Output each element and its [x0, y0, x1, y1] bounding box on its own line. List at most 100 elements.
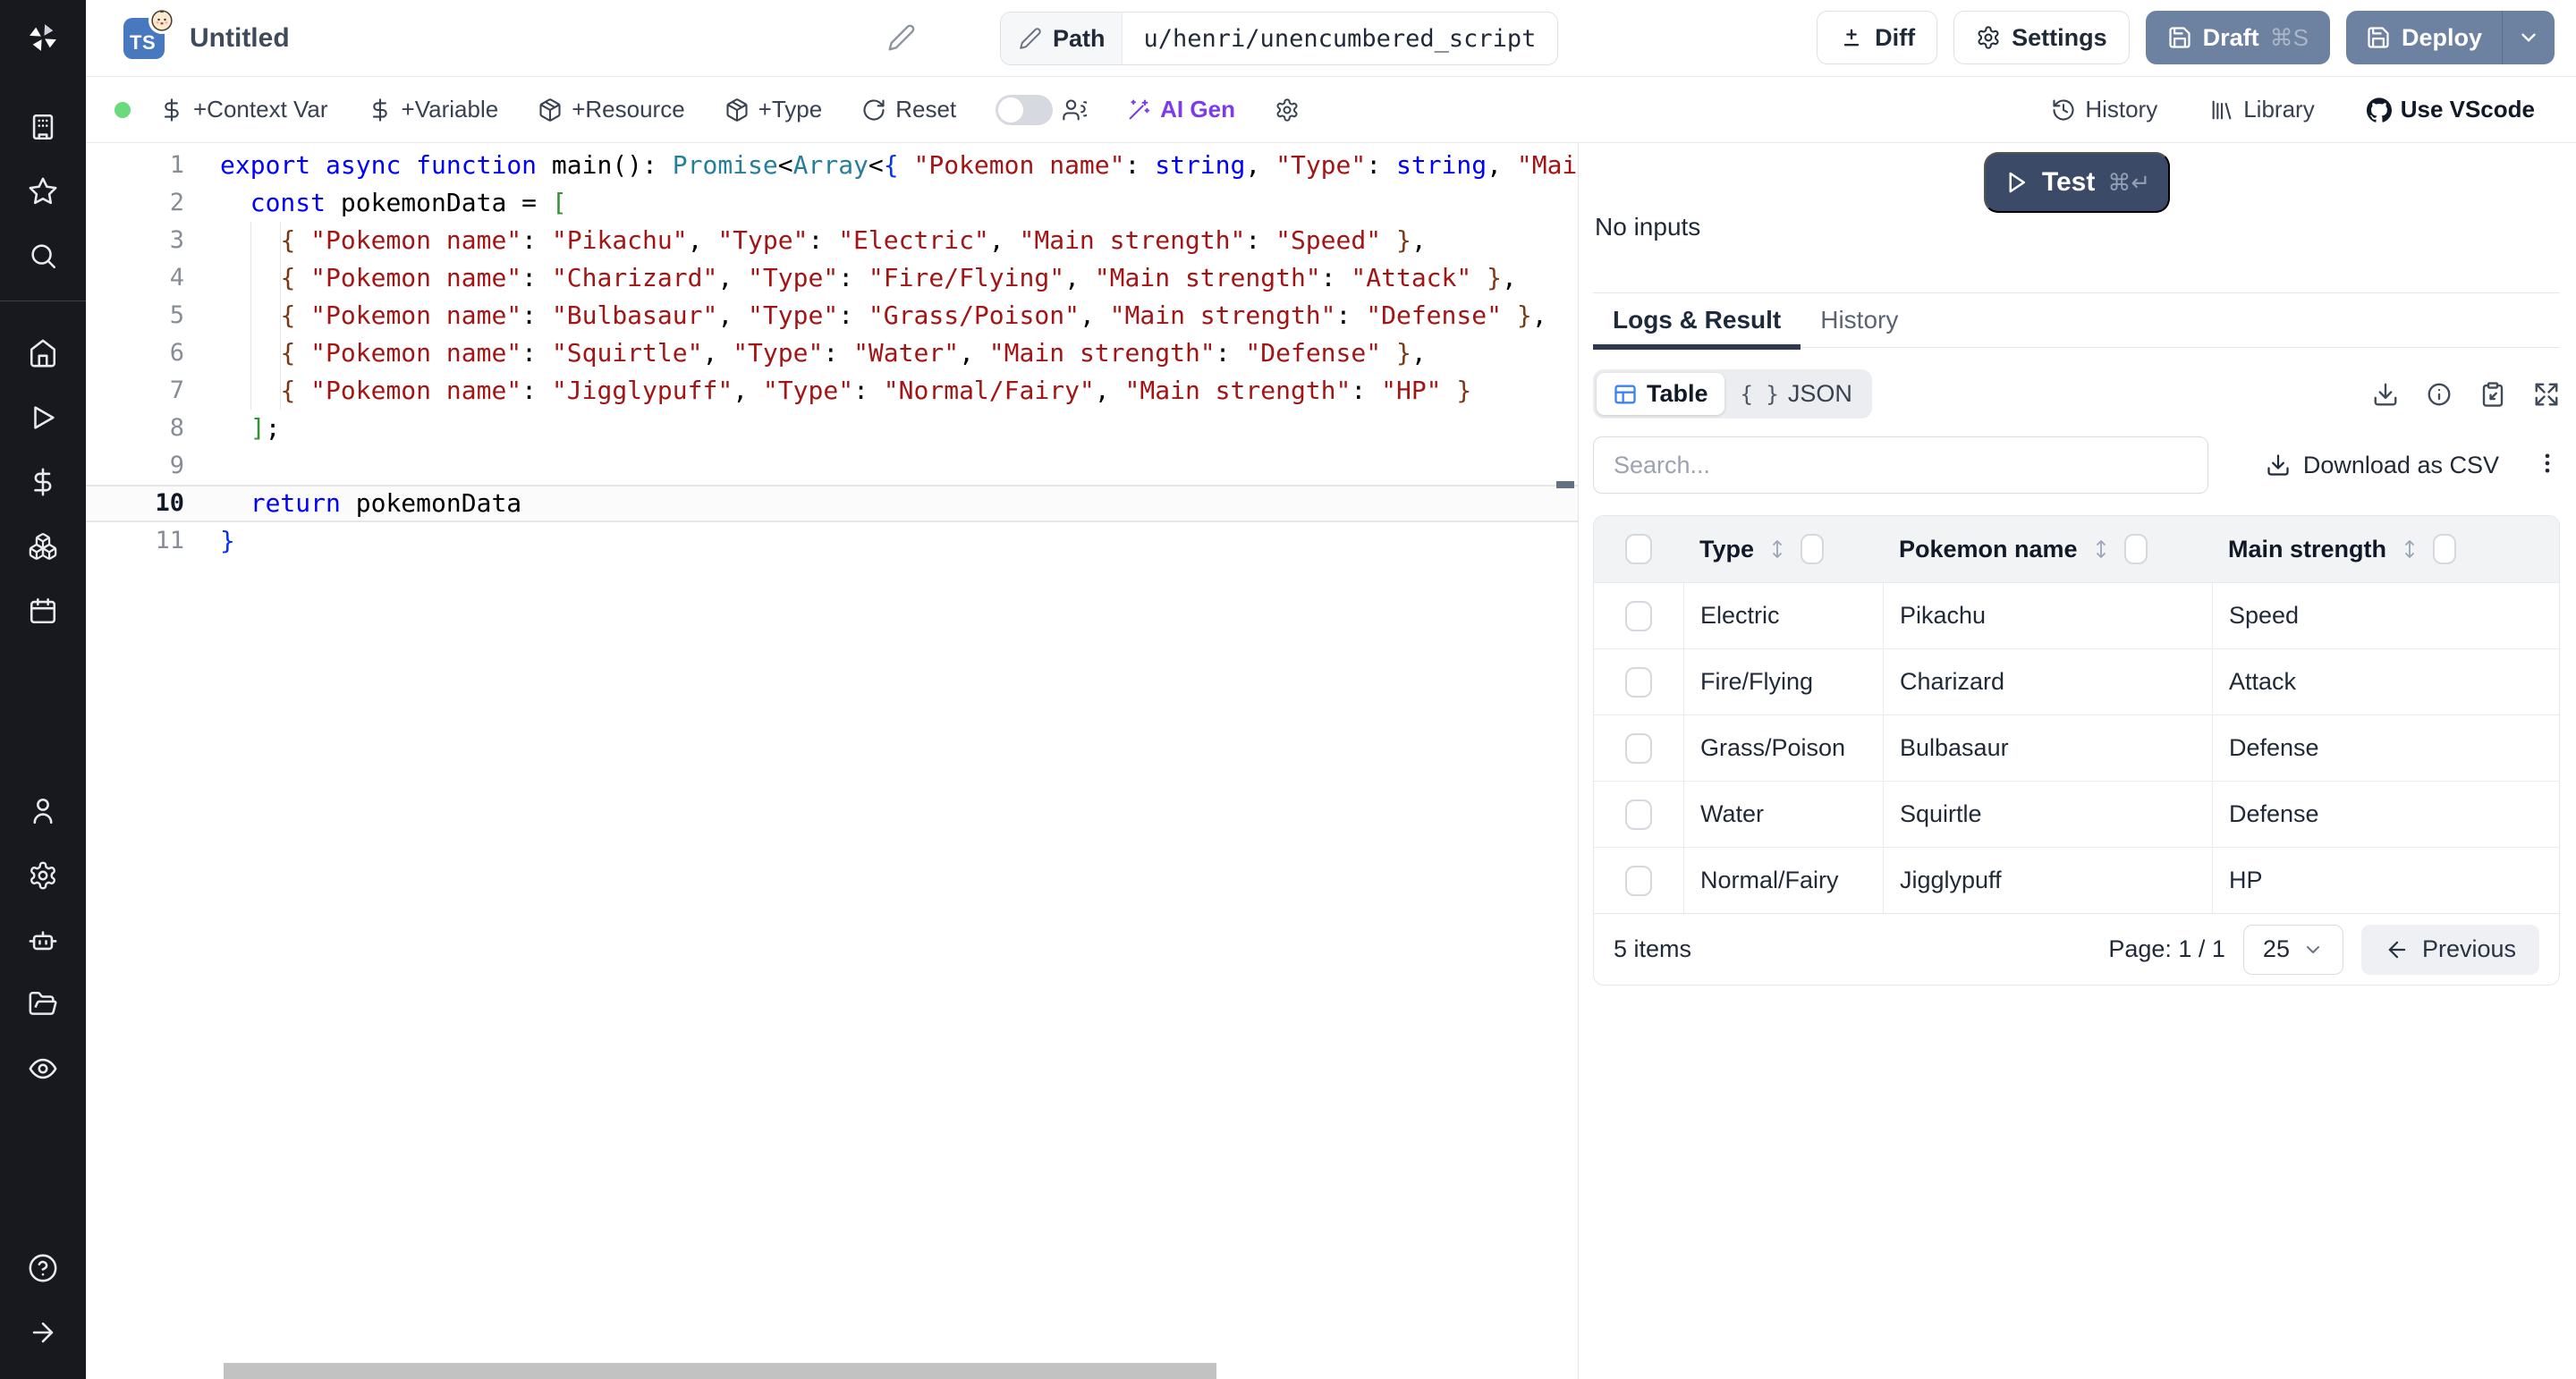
row-checkbox[interactable] [1625, 799, 1652, 830]
row-checkbox[interactable] [1625, 733, 1652, 764]
runs-icon[interactable] [0, 385, 86, 450]
view-toggle-table[interactable]: Table [1597, 373, 1724, 415]
search-input[interactable] [1593, 436, 2208, 494]
download-csv-button[interactable]: Download as CSV [2266, 452, 2499, 479]
diff-button[interactable]: Diff [1817, 11, 1937, 64]
table-cell: Jigglypuff [1883, 848, 2212, 913]
users-admin-icon[interactable] [0, 779, 86, 843]
code-line[interactable]: 8 ]; [86, 410, 1578, 447]
workers-icon[interactable] [0, 908, 86, 972]
draft-button[interactable]: Draft ⌘S [2146, 11, 2330, 64]
schedules-icon[interactable] [0, 579, 86, 643]
add-type-button[interactable]: +Type [724, 96, 823, 123]
collaboration-users-icon[interactable] [1062, 97, 1087, 123]
path-field[interactable]: Path u/henri/unencumbered_script [1000, 12, 1558, 65]
settings-button[interactable]: Settings [1953, 11, 2130, 64]
horizontal-scrollbar[interactable] [224, 1363, 1216, 1379]
use-vscode-button[interactable]: Use VScode [2367, 96, 2535, 123]
library-button[interactable]: Library [2209, 96, 2314, 123]
code-text: const pokemonData = [ [220, 184, 1578, 222]
code-line[interactable]: 5 { "Pokemon name": "Bulbasaur", "Type":… [86, 297, 1578, 334]
column-filter-box[interactable] [2433, 534, 2456, 564]
help-icon[interactable] [0, 1236, 86, 1300]
table-icon [1613, 382, 1638, 407]
table-cell: Squirtle [1883, 782, 2212, 847]
code-line[interactable]: 7 { "Pokemon name": "Jigglypuff", "Type"… [86, 372, 1578, 410]
home-icon[interactable] [0, 321, 86, 385]
row-checkbox[interactable] [1625, 866, 1652, 896]
expand-icon[interactable] [2533, 381, 2560, 408]
more-options-icon[interactable] [2535, 451, 2560, 480]
column-filter-box[interactable] [1801, 534, 1824, 564]
workspace-icon[interactable] [0, 95, 86, 159]
folders-icon[interactable] [0, 972, 86, 1036]
clipboard-copy-icon[interactable] [2479, 381, 2506, 408]
tab-logs-result[interactable]: Logs & Result [1593, 293, 1801, 347]
edit-summary-pencil-icon[interactable] [887, 23, 916, 56]
path-label-segment[interactable]: Path [1001, 13, 1123, 64]
package-icon [724, 97, 750, 123]
download-icon[interactable] [2372, 381, 2399, 408]
column-header-main-strength[interactable]: Main strength [2228, 536, 2386, 563]
add-resource-button[interactable]: +Resource [538, 96, 684, 123]
code-line[interactable]: 4 { "Pokemon name": "Charizard", "Type":… [86, 259, 1578, 297]
multiplayer-toggle[interactable] [996, 95, 1053, 125]
column-header-pokemon-name[interactable]: Pokemon name [1899, 536, 2078, 563]
result-table-body: ElectricPikachuSpeedFire/FlyingCharizard… [1594, 582, 2559, 913]
deploy-dropdown-button[interactable] [2503, 11, 2555, 64]
code-line[interactable]: 2 const pokemonData = [ [86, 184, 1578, 222]
windmill-logo-icon[interactable] [0, 13, 86, 63]
code-editor[interactable]: 1export async function main(): Promise<A… [86, 143, 1578, 1379]
code-line[interactable]: 1export async function main(): Promise<A… [86, 147, 1578, 184]
sort-icon[interactable] [2399, 537, 2420, 561]
code-line[interactable]: 3 { "Pokemon name": "Pikachu", "Type": "… [86, 222, 1578, 259]
table-footer: 5 items Page: 1 / 1 25 Previous [1594, 913, 2559, 985]
editor-settings-gear-icon[interactable] [1275, 97, 1300, 123]
app-window: TS Untitled Path u/henri/unencumbered_sc… [0, 0, 2576, 1379]
search-icon[interactable] [0, 224, 86, 288]
audit-logs-icon[interactable] [0, 1036, 86, 1101]
chevron-down-icon [2302, 939, 2324, 960]
page-size-select[interactable]: 25 [2243, 925, 2343, 975]
code-line[interactable]: 11} [86, 522, 1578, 560]
column-header-type[interactable]: Type [1699, 536, 1754, 563]
variables-icon[interactable] [0, 450, 86, 514]
ai-gen-button[interactable]: AI Gen [1126, 96, 1235, 123]
view-toggle-json[interactable]: { } JSON [1724, 373, 1868, 415]
sort-icon[interactable] [1767, 537, 1788, 561]
deploy-button[interactable]: Deploy [2346, 11, 2502, 64]
plus-minus-icon [1839, 25, 1864, 50]
tab-history[interactable]: History [1801, 293, 1918, 347]
row-checkbox[interactable] [1625, 667, 1652, 698]
save-icon [2366, 25, 2391, 50]
history-button[interactable]: History [2051, 96, 2157, 123]
code-text: return pokemonData [220, 485, 1578, 522]
pencil-icon [1019, 27, 1042, 50]
info-icon[interactable] [2426, 381, 2453, 408]
previous-page-button[interactable]: Previous [2361, 925, 2539, 975]
result-table: Type Pokemon name Main strength [1593, 515, 2560, 986]
table-cell: Pikachu [1883, 583, 2212, 648]
resources-icon[interactable] [0, 514, 86, 579]
test-button[interactable]: Test ⌘↵ [1984, 152, 2170, 213]
dollar-icon [368, 97, 393, 123]
code-line[interactable]: 10 return pokemonData [86, 485, 1578, 522]
settings-icon[interactable] [0, 843, 86, 908]
reset-button[interactable]: Reset [861, 96, 956, 123]
table-cell: Speed [2212, 583, 2559, 648]
typescript-badge-label: TS [123, 31, 156, 59]
code-line[interactable]: 9 [86, 447, 1578, 485]
path-value[interactable]: u/henri/unencumbered_script [1123, 13, 1558, 64]
row-checkbox[interactable] [1625, 601, 1652, 631]
column-filter-box[interactable] [2124, 534, 2148, 564]
select-all-checkbox[interactable] [1625, 534, 1652, 564]
add-context-var-button[interactable]: +Context Var [159, 96, 328, 123]
table-row: ElectricPikachuSpeed [1594, 582, 2559, 648]
sort-icon[interactable] [2090, 537, 2112, 561]
add-variable-button[interactable]: +Variable [368, 96, 499, 123]
status-dot [114, 102, 131, 118]
favorites-icon[interactable] [0, 159, 86, 224]
expand-sidebar-icon[interactable] [0, 1300, 86, 1365]
code-line[interactable]: 6 { "Pokemon name": "Squirtle", "Type": … [86, 334, 1578, 372]
code-text: { "Pokemon name": "Squirtle", "Type": "W… [220, 334, 1578, 372]
